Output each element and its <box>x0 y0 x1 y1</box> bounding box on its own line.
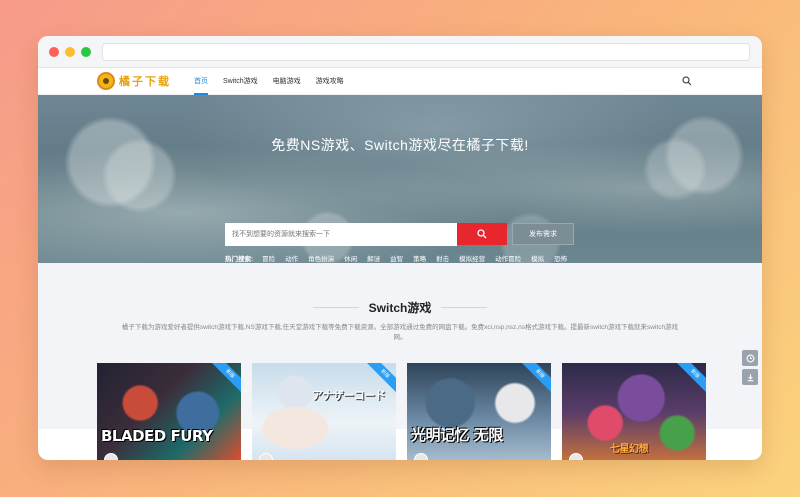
game-cover-title: BLADED FURY <box>101 427 213 445</box>
section-heading: Switch游戏 <box>38 299 762 316</box>
avatar <box>414 453 428 460</box>
divider <box>312 307 359 308</box>
nav-link-home[interactable]: 首页 <box>194 68 208 95</box>
game-cover-title: 七星幻想 <box>610 444 649 455</box>
logo-text: 橘子下载 <box>119 75 171 88</box>
download-button[interactable] <box>742 369 758 385</box>
search-icon <box>477 229 487 239</box>
orange-logo-icon <box>97 72 115 90</box>
nav-link-pc-games[interactable]: 电脑游戏 <box>273 68 301 95</box>
game-cover-title: アナザーコード <box>312 389 386 402</box>
hot-tag[interactable]: 射击 <box>436 253 449 263</box>
hero-title: 免费NS游戏、Switch游戏尽在橘子下载! <box>271 137 529 153</box>
close-window-button[interactable] <box>49 47 59 57</box>
nav-link-guides[interactable]: 游戏攻略 <box>316 68 344 95</box>
game-card[interactable]: BLADED FURY 新版 <box>97 363 241 460</box>
hero-banner: 免费NS游戏、Switch游戏尽在橘子下载! 发布需求 热门搜索: 冒险 动作 … <box>38 95 762 263</box>
download-icon <box>747 373 753 381</box>
maximize-window-button[interactable] <box>81 47 91 57</box>
hot-tag[interactable]: 动作冒险 <box>495 253 521 263</box>
section-description: 橘子下载为游戏爱好者提供switch游戏下载,NS游戏下载,任天堂游戏下载等免费… <box>121 324 679 341</box>
divider <box>441 307 488 308</box>
search-icon[interactable] <box>682 76 692 86</box>
new-badge: 新版 <box>518 363 551 396</box>
hot-search-label: 热门搜索: <box>225 256 254 263</box>
game-card-list: BLADED FURY 新版 アナザーコード 新版 光明记忆 无限 新版 七星幻… <box>97 363 717 460</box>
hot-tag[interactable]: 益智 <box>390 253 403 263</box>
hot-tag[interactable]: 策略 <box>413 253 426 263</box>
new-badge: 新版 <box>673 363 706 396</box>
hot-tag[interactable]: 角色扮演 <box>308 253 334 263</box>
site-logo[interactable]: 橘子下载 <box>97 72 171 90</box>
game-cover-title: 光明记忆 无限 <box>411 426 503 444</box>
switch-games-section: Switch游戏 橘子下载为游戏爱好者提供switch游戏下载,NS游戏下载,任… <box>38 263 762 460</box>
history-button[interactable] <box>742 350 758 366</box>
minimize-window-button[interactable] <box>65 47 75 57</box>
hot-tag[interactable]: 模拟 <box>531 253 544 263</box>
section-title: Switch游戏 <box>368 301 432 315</box>
search-button[interactable] <box>457 223 507 245</box>
hot-tag[interactable]: 休闲 <box>344 253 357 263</box>
hot-tag[interactable]: 解谜 <box>367 253 380 263</box>
hot-searches: 热门搜索: 冒险 动作 角色扮演 休闲 解谜 益智 策略 射击 模拟经营 动作冒… <box>225 253 577 263</box>
hot-tag[interactable]: 动作 <box>285 253 298 263</box>
avatar <box>569 453 583 460</box>
hot-tag[interactable]: 冒险 <box>262 253 275 263</box>
post-request-button[interactable]: 发布需求 <box>512 223 574 245</box>
game-card[interactable]: 七星幻想 新版 <box>562 363 706 460</box>
new-badge: 新版 <box>208 363 241 396</box>
search-input-wrapper <box>225 223 457 246</box>
main-nav: 首页 Switch游戏 电脑游戏 游戏攻略 <box>194 68 359 95</box>
browser-titlebar <box>38 36 762 68</box>
search-input[interactable] <box>225 223 457 246</box>
game-card[interactable]: 光明记忆 无限 新版 <box>407 363 551 460</box>
clock-icon <box>746 354 754 362</box>
browser-window: 橘子下载 首页 Switch游戏 电脑游戏 游戏攻略 免费NS游戏、Switch… <box>38 36 762 460</box>
avatar <box>259 453 273 460</box>
game-card[interactable]: アナザーコード 新版 <box>252 363 396 460</box>
site-header: 橘子下载 首页 Switch游戏 电脑游戏 游戏攻略 <box>38 68 762 95</box>
address-bar[interactable] <box>102 43 750 61</box>
nav-link-switch-games[interactable]: Switch游戏 <box>223 68 258 95</box>
floating-toolbar <box>742 350 797 388</box>
avatar <box>104 453 118 460</box>
hot-tag[interactable]: 恐怖 <box>554 253 567 263</box>
hot-tag[interactable]: 模拟经营 <box>459 253 485 263</box>
